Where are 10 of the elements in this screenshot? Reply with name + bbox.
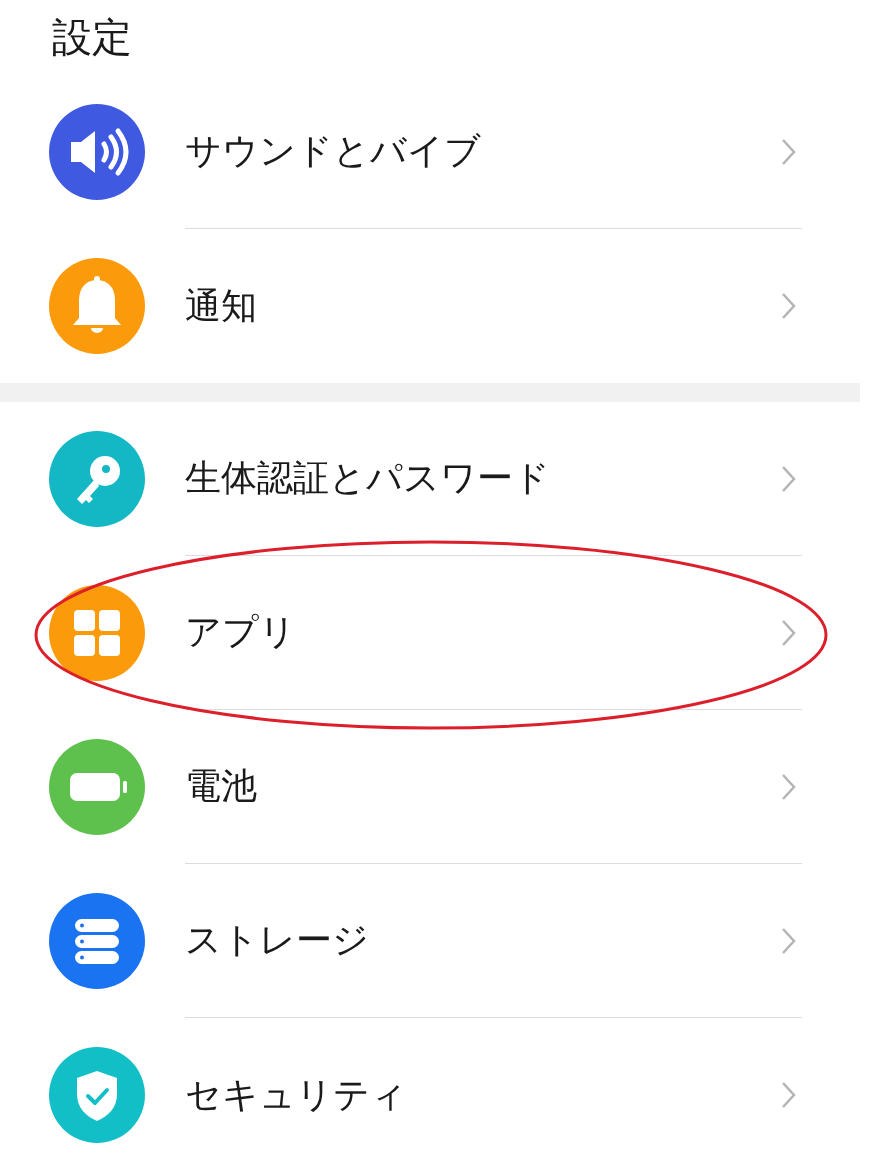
page-title: 設定 [52, 13, 132, 62]
chevron-right-icon [780, 1080, 796, 1110]
item-label[interactable]: サウンドとバイブ [185, 127, 481, 176]
item-label[interactable]: 生体認証とパスワード [185, 454, 550, 503]
chevron-right-icon [780, 291, 796, 321]
item-label[interactable]: 通知 [185, 281, 257, 331]
item-label[interactable]: 電池 [185, 762, 257, 811]
item-label[interactable]: セキュリティ [185, 1070, 407, 1120]
item-label[interactable]: ストレージ [185, 916, 369, 965]
item-label[interactable]: アプリ [185, 608, 296, 657]
